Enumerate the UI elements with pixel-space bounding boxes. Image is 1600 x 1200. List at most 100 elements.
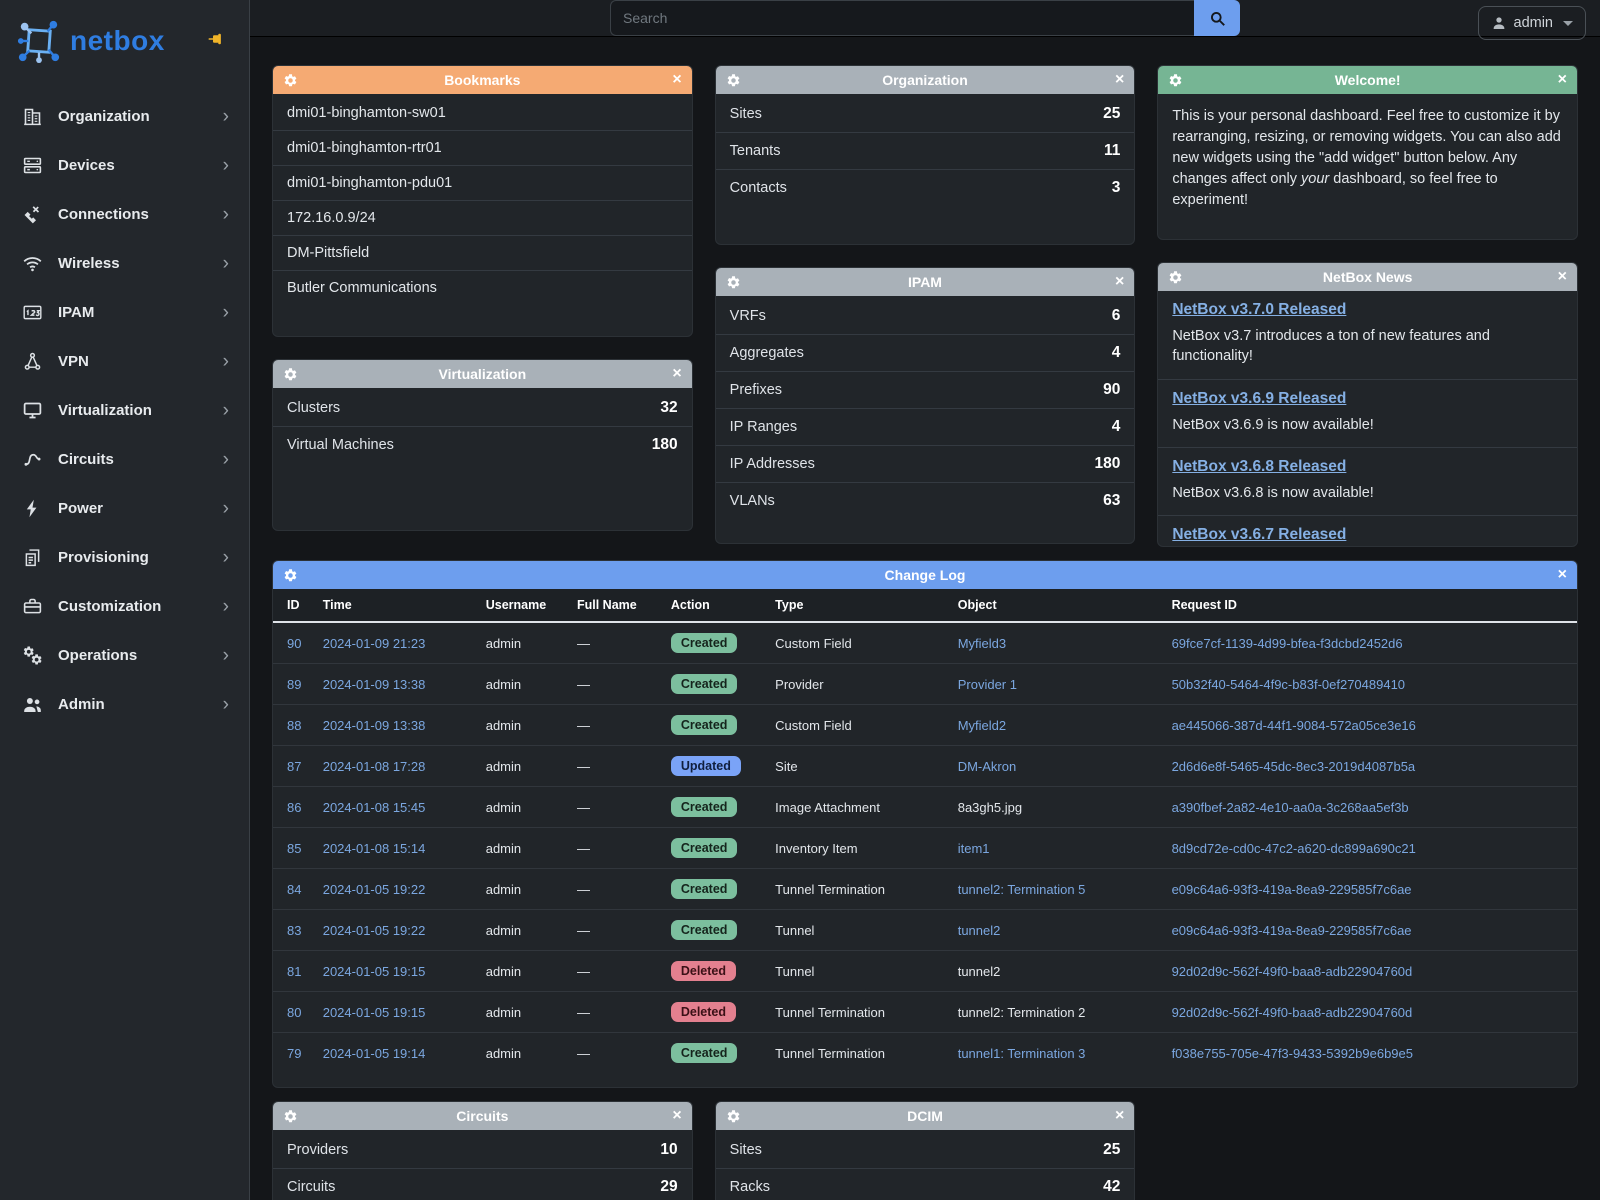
- sidebar-item[interactable]: Customization ›: [0, 582, 249, 631]
- sidebar-item[interactable]: IPAM ›: [0, 288, 249, 337]
- changelog-id-link[interactable]: 79: [273, 1033, 315, 1074]
- changelog-time-link[interactable]: 2024-01-08 17:28: [315, 746, 478, 787]
- close-icon[interactable]: ×: [1552, 72, 1567, 88]
- sidebar-item[interactable]: Connections ›: [0, 190, 249, 239]
- close-icon[interactable]: ×: [1109, 72, 1124, 88]
- stat-row[interactable]: Sites 25: [716, 1132, 1135, 1169]
- stat-row[interactable]: IP Ranges 4: [716, 408, 1135, 445]
- gear-icon[interactable]: [283, 367, 298, 382]
- close-icon[interactable]: ×: [667, 1108, 682, 1124]
- changelog-request-id-link[interactable]: 50b32f40-5464-4f9c-b83f-0ef270489410: [1164, 664, 1577, 705]
- close-icon[interactable]: ×: [1552, 269, 1567, 285]
- changelog-time-link[interactable]: 2024-01-05 19:22: [315, 910, 478, 951]
- sidebar-item[interactable]: Wireless ›: [0, 239, 249, 288]
- stat-row[interactable]: Contacts 3: [716, 169, 1135, 206]
- sidebar-item[interactable]: Admin ›: [0, 680, 249, 729]
- changelog-time-link[interactable]: 2024-01-05 19:15: [315, 992, 478, 1033]
- gear-icon[interactable]: [726, 1109, 741, 1124]
- ipam-header[interactable]: IPAM ×: [716, 268, 1135, 296]
- changelog-id-link[interactable]: 90: [273, 622, 315, 664]
- stat-row[interactable]: Sites 25: [716, 96, 1135, 132]
- changelog-id-link[interactable]: 80: [273, 992, 315, 1033]
- gear-icon[interactable]: [283, 568, 298, 583]
- sidebar-item[interactable]: Devices ›: [0, 141, 249, 190]
- news-link[interactable]: NetBox v3.6.8 Released: [1172, 458, 1346, 476]
- changelog-request-id-link[interactable]: 69fce7cf-1139-4d99-bfea-f3dcbd2452d6: [1164, 622, 1577, 664]
- changelog-request-id-link[interactable]: e09c64a6-93f3-419a-8ea9-229585f7c6ae: [1164, 910, 1577, 951]
- changelog-time-link[interactable]: 2024-01-08 15:14: [315, 828, 478, 869]
- close-icon[interactable]: ×: [1109, 274, 1124, 290]
- changelog-request-id-link[interactable]: f038e755-705e-47f3-9433-5392b9e6b9e5: [1164, 1033, 1577, 1074]
- changelog-id-link[interactable]: 81: [273, 951, 315, 992]
- sidebar-item[interactable]: Circuits ›: [0, 435, 249, 484]
- news-link[interactable]: NetBox v3.6.9 Released: [1172, 390, 1346, 408]
- changelog-request-id-link[interactable]: 92d02d9c-562f-49f0-baa8-adb22904760d: [1164, 951, 1577, 992]
- sidebar-item[interactable]: Provisioning ›: [0, 533, 249, 582]
- changelog-time-link[interactable]: 2024-01-08 15:45: [315, 787, 478, 828]
- gear-icon[interactable]: [1168, 270, 1183, 285]
- bookmark-item[interactable]: dmi01-binghamton-pdu01: [273, 165, 692, 200]
- changelog-time-link[interactable]: 2024-01-09 21:23: [315, 622, 478, 664]
- changelog-object[interactable]: tunnel2: Termination 2: [950, 992, 1164, 1033]
- sidebar-item[interactable]: Operations ›: [0, 631, 249, 680]
- stat-row[interactable]: Clusters 32: [273, 390, 692, 426]
- gear-icon[interactable]: [283, 73, 298, 88]
- stat-row[interactable]: Providers 10: [273, 1132, 692, 1169]
- bookmarks-header[interactable]: Bookmarks ×: [273, 66, 692, 94]
- change-log-header[interactable]: Change Log ×: [273, 561, 1577, 589]
- bookmark-item[interactable]: 172.16.0.9/24: [273, 200, 692, 235]
- changelog-id-link[interactable]: 85: [273, 828, 315, 869]
- stat-row[interactable]: VLANs 63: [716, 482, 1135, 519]
- bookmark-item[interactable]: Butler Communications: [273, 270, 692, 305]
- changelog-object[interactable]: tunnel1: Termination 3: [950, 1033, 1164, 1074]
- organization-header[interactable]: Organization ×: [716, 66, 1135, 94]
- changelog-id-link[interactable]: 83: [273, 910, 315, 951]
- search-input[interactable]: [610, 0, 1194, 36]
- changelog-request-id-link[interactable]: a390fbef-2a82-4e10-aa0a-3c268aa5ef3b: [1164, 787, 1577, 828]
- changelog-object[interactable]: Myfield2: [950, 705, 1164, 746]
- virtualization-header[interactable]: Virtualization ×: [273, 360, 692, 388]
- changelog-time-link[interactable]: 2024-01-09 13:38: [315, 705, 478, 746]
- dcim-header[interactable]: DCIM ×: [716, 1102, 1135, 1130]
- circuits-header[interactable]: Circuits ×: [273, 1102, 692, 1130]
- changelog-object[interactable]: 8a3gh5.jpg: [950, 787, 1164, 828]
- bookmark-item[interactable]: dmi01-binghamton-rtr01: [273, 130, 692, 165]
- changelog-time-link[interactable]: 2024-01-05 19:22: [315, 869, 478, 910]
- stat-row[interactable]: Racks 42: [716, 1169, 1135, 1200]
- changelog-object[interactable]: tunnel2: [950, 951, 1164, 992]
- changelog-request-id-link[interactable]: e09c64a6-93f3-419a-8ea9-229585f7c6ae: [1164, 869, 1577, 910]
- changelog-id-link[interactable]: 84: [273, 869, 315, 910]
- gear-icon[interactable]: [726, 275, 741, 290]
- user-menu-button[interactable]: admin: [1478, 6, 1587, 40]
- changelog-id-link[interactable]: 89: [273, 664, 315, 705]
- pin-sidebar-icon[interactable]: [207, 30, 225, 48]
- changelog-request-id-link[interactable]: 2d6d6e8f-5465-45dc-8ec3-2019d4087b5a: [1164, 746, 1577, 787]
- gear-icon[interactable]: [283, 1109, 298, 1124]
- stat-row[interactable]: IP Addresses 180: [716, 445, 1135, 482]
- stat-row[interactable]: Tenants 11: [716, 132, 1135, 169]
- news-link[interactable]: NetBox v3.6.7 Released: [1172, 526, 1346, 544]
- sidebar-item[interactable]: Power ›: [0, 484, 249, 533]
- close-icon[interactable]: ×: [667, 72, 682, 88]
- logo[interactable]: netbox: [0, 0, 249, 78]
- changelog-object[interactable]: DM-Akron: [950, 746, 1164, 787]
- stat-row[interactable]: Virtual Machines 180: [273, 426, 692, 463]
- search-button[interactable]: [1194, 0, 1240, 36]
- gear-icon[interactable]: [726, 73, 741, 88]
- sidebar-item[interactable]: Virtualization ›: [0, 386, 249, 435]
- changelog-time-link[interactable]: 2024-01-05 19:14: [315, 1033, 478, 1074]
- changelog-object[interactable]: tunnel2: Termination 5: [950, 869, 1164, 910]
- changelog-id-link[interactable]: 87: [273, 746, 315, 787]
- changelog-object[interactable]: tunnel2: [950, 910, 1164, 951]
- changelog-request-id-link[interactable]: 8d9cd72e-cd0c-47c2-a620-dc899a690c21: [1164, 828, 1577, 869]
- close-icon[interactable]: ×: [1109, 1108, 1124, 1124]
- news-header[interactable]: NetBox News ×: [1158, 263, 1577, 291]
- stat-row[interactable]: Prefixes 90: [716, 371, 1135, 408]
- stat-row[interactable]: VRFs 6: [716, 298, 1135, 334]
- sidebar-item[interactable]: VPN ›: [0, 337, 249, 386]
- changelog-object[interactable]: Provider 1: [950, 664, 1164, 705]
- changelog-time-link[interactable]: 2024-01-05 19:15: [315, 951, 478, 992]
- gear-icon[interactable]: [1168, 73, 1183, 88]
- changelog-request-id-link[interactable]: ae445066-387d-44f1-9084-572a05ce3e16: [1164, 705, 1577, 746]
- changelog-object[interactable]: Myfield3: [950, 622, 1164, 664]
